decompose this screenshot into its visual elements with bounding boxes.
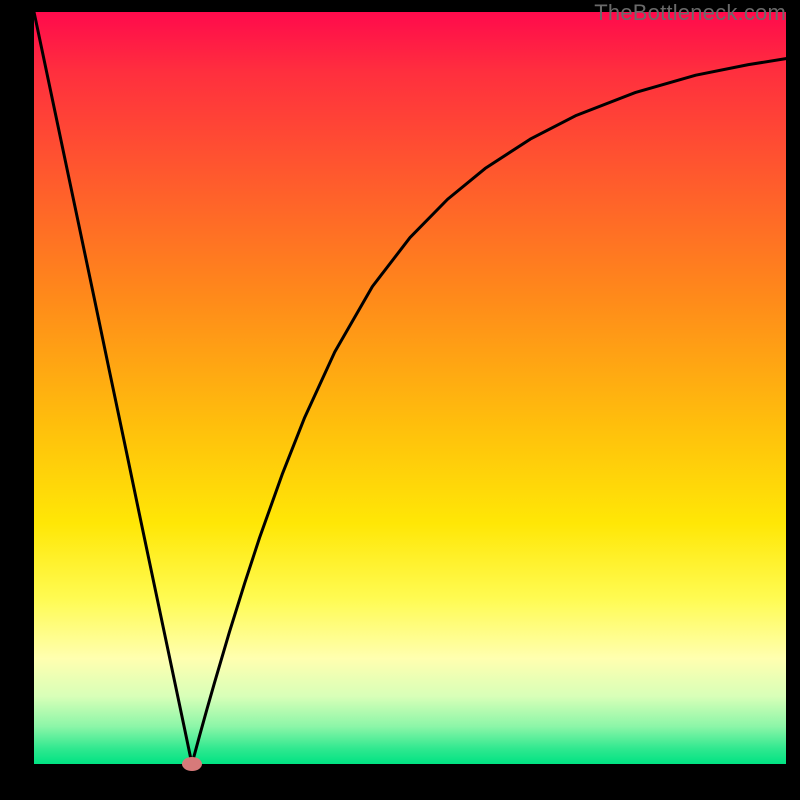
curve-path — [34, 12, 786, 764]
chart-frame: TheBottleneck.com — [0, 0, 800, 800]
plot-area — [34, 12, 786, 764]
minimum-marker — [182, 757, 202, 771]
watermark-text: TheBottleneck.com — [594, 0, 786, 26]
bottleneck-curve — [34, 12, 786, 764]
